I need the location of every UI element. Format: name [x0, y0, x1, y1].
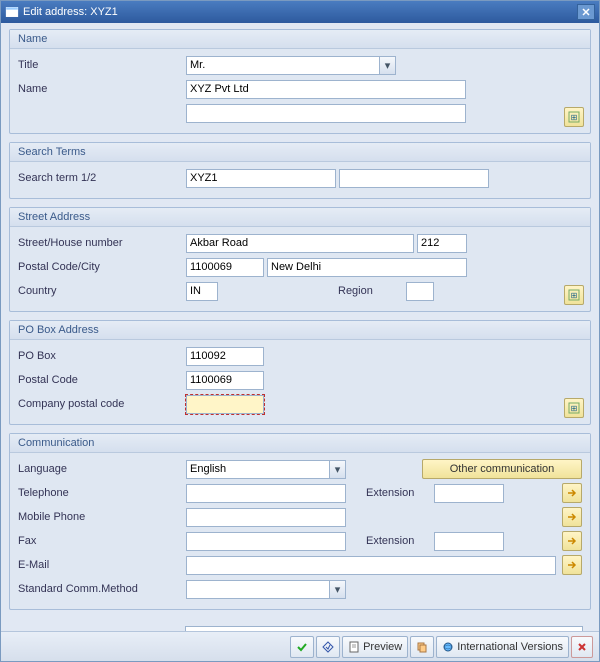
group-name: Name Title Mr. ▾ Name ⊞ [9, 29, 591, 134]
close-button[interactable] [577, 4, 595, 20]
group-header-pobox: PO Box Address [10, 321, 590, 340]
group-header-search: Search Terms [10, 143, 590, 162]
label-pobox: PO Box [18, 350, 186, 362]
name-input[interactable] [186, 80, 466, 99]
label-fax: Fax [18, 535, 186, 547]
group-header-communication: Communication [10, 434, 590, 453]
svg-text:⊞: ⊞ [571, 291, 578, 300]
pobox-input[interactable] [186, 347, 264, 366]
dropdown-icon[interactable]: ▾ [379, 57, 395, 74]
house-input[interactable] [417, 234, 467, 253]
svg-text:⊞: ⊞ [571, 404, 578, 413]
search-term1-input[interactable] [186, 169, 336, 188]
mobile-more-button[interactable] [562, 507, 582, 527]
label-tel-extension: Extension [366, 487, 426, 499]
label-language: Language [18, 463, 186, 475]
po-postal-input[interactable] [186, 371, 264, 390]
region-input[interactable] [406, 282, 434, 301]
label-std-comm: Standard Comm.Method [18, 583, 186, 595]
telephone-more-button[interactable] [562, 483, 582, 503]
label-company-postal: Company postal code [18, 398, 186, 410]
tel-extension-input[interactable] [434, 484, 504, 503]
name2-input[interactable] [186, 104, 466, 123]
copy-button[interactable] [410, 636, 434, 658]
email-input[interactable] [186, 556, 556, 575]
international-versions-button[interactable]: International Versions [436, 636, 569, 658]
telephone-input[interactable] [186, 484, 346, 503]
label-email: E-Mail [18, 559, 186, 571]
label-po-postal: Postal Code [18, 374, 186, 386]
language-value: English [190, 463, 226, 475]
fax-more-button[interactable] [562, 531, 582, 551]
window-title: Edit address: XYZ1 [23, 6, 577, 18]
company-postal-input[interactable] [186, 395, 264, 414]
title-select[interactable]: Mr. ▾ [186, 56, 396, 75]
street-input[interactable] [186, 234, 414, 253]
label-title: Title [18, 59, 186, 71]
titlebar: Edit address: XYZ1 [1, 1, 599, 23]
name-detail-button[interactable]: ⊞ [564, 107, 584, 127]
group-communication: Communication Language English ▾ Other c… [9, 433, 591, 610]
footer-toolbar: Preview International Versions [1, 631, 599, 661]
label-name: Name [18, 83, 186, 95]
std-comm-select[interactable]: ▾ [186, 580, 346, 599]
fax-extension-input[interactable] [434, 532, 504, 551]
search-term2-input[interactable] [339, 169, 489, 188]
label-country: Country [18, 285, 186, 297]
fax-input[interactable] [186, 532, 346, 551]
cancel-button[interactable] [571, 636, 593, 658]
preview-button[interactable]: Preview [342, 636, 408, 658]
dropdown-icon[interactable]: ▾ [329, 461, 345, 478]
group-search: Search Terms Search term 1/2 [9, 142, 591, 199]
group-pobox: PO Box Address PO Box Postal Code Compan… [9, 320, 591, 425]
country-input[interactable] [186, 282, 218, 301]
dialog-window: Edit address: XYZ1 Name Title Mr. ▾ Name [0, 0, 600, 662]
label-street: Street/House number [18, 237, 186, 249]
dialog-body: Name Title Mr. ▾ Name ⊞ [1, 23, 599, 631]
email-more-button[interactable] [562, 555, 582, 575]
svg-text:⊞: ⊞ [571, 113, 578, 122]
group-header-name: Name [10, 30, 590, 49]
postal-input[interactable] [186, 258, 264, 277]
mobile-input[interactable] [186, 508, 346, 527]
city-input[interactable] [267, 258, 467, 277]
accept-button[interactable] [290, 636, 314, 658]
group-street: Street Address Street/House number Posta… [9, 207, 591, 312]
group-header-street: Street Address [10, 208, 590, 227]
pobox-detail-button[interactable]: ⊞ [564, 398, 584, 418]
label-search: Search term 1/2 [18, 172, 186, 184]
dropdown-icon[interactable]: ▾ [329, 581, 345, 598]
other-communication-button[interactable]: Other communication [422, 459, 582, 479]
label-fax-extension: Extension [366, 535, 426, 547]
window-icon [5, 5, 19, 19]
street-detail-button[interactable]: ⊞ [564, 285, 584, 305]
title-value: Mr. [190, 59, 205, 71]
language-select[interactable]: English ▾ [186, 460, 346, 479]
check-button[interactable] [316, 636, 340, 658]
comments-row: Comments [9, 618, 591, 631]
label-telephone: Telephone [18, 487, 186, 499]
label-postal-city: Postal Code/City [18, 261, 186, 273]
label-region: Region [338, 285, 398, 297]
label-mobile: Mobile Phone [18, 511, 186, 523]
